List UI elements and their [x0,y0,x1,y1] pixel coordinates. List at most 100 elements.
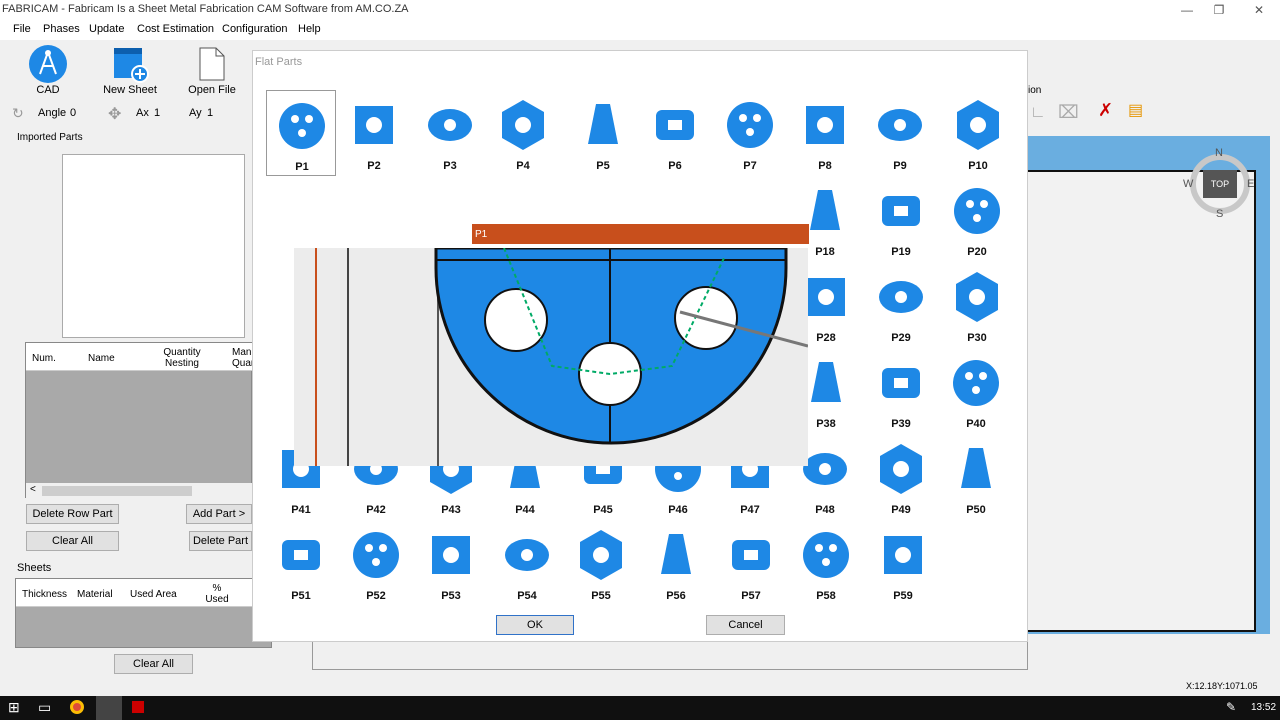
sheet-area[interactable] [1028,170,1256,632]
ok-button[interactable]: OK [496,615,574,635]
part-label: P56 [666,590,686,602]
part-label: P29 [891,332,911,344]
part-tile-p52[interactable]: P52 [341,520,411,606]
help-measure-icon[interactable]: ▤ [1128,100,1143,120]
menu-update[interactable]: Update [89,23,124,35]
compass-n: N [1215,147,1223,159]
ax-input[interactable]: 1 [154,107,160,119]
rotate-icon[interactable]: ↻ [12,105,24,122]
part-shape-icon [882,196,920,226]
part-tile-p19[interactable]: P19 [866,176,936,262]
part-label: P40 [966,418,986,430]
part-label: P42 [366,504,386,516]
part-tile-p1[interactable]: P1 [266,90,336,176]
col-percent-used: % Used [205,583,229,605]
imported-parts-title: Imported Parts [17,132,83,143]
menu-cost-estimation[interactable]: Cost Estimation [137,23,214,35]
part-tile-p7[interactable]: P7 [715,90,785,176]
table-header [26,343,253,371]
cad-icon[interactable] [28,44,68,84]
part-tile-p5[interactable]: P5 [568,90,638,176]
scrollbar-thumb[interactable] [42,486,192,496]
part-shape-icon [432,536,470,574]
part-tile-p49[interactable]: P49 [866,434,936,520]
part-label: P45 [593,504,613,516]
clear-all-sheets-button[interactable]: Clear All [114,654,193,674]
angle-label: Angle [38,107,67,119]
sheets-table[interactable]: Thickness Material Used Area % Used [15,578,273,648]
cancel-button[interactable]: Cancel [706,615,785,635]
delete-part-button[interactable]: Delete Part [189,531,252,551]
delete-box-icon[interactable]: ⌧ [1058,102,1079,123]
part-shape-icon [956,272,998,322]
part-tile-p39[interactable]: P39 [866,348,936,434]
part-label: P51 [291,590,311,602]
compass-s: S [1216,208,1224,220]
view-top-button[interactable]: TOP [1203,170,1237,198]
part-tile-p20[interactable]: P20 [942,176,1012,262]
part-shape-icon [806,106,844,144]
scroll-left-icon[interactable]: < [30,484,36,495]
menu-configuration[interactable]: Configuration [222,23,287,35]
part-label: P57 [741,590,761,602]
part-tile-p6[interactable]: P6 [640,90,710,176]
part-tile-p56[interactable]: P56 [641,520,711,606]
part-tile-p30[interactable]: P30 [942,262,1012,348]
part-tile-p29[interactable]: P29 [866,262,936,348]
part-shape-icon [732,540,770,570]
part-shape-icon [656,110,694,140]
part-shape-icon [727,102,773,148]
part-tile-p50[interactable]: P50 [941,434,1011,520]
part-tile-p40[interactable]: P40 [941,348,1011,434]
part-tile-p3[interactable]: P3 [415,90,485,176]
angle-input[interactable]: 0 [70,107,76,119]
part-tile-p51[interactable]: P51 [266,520,336,606]
taskbar: ⊞ ▭ ✎ 13:52 [0,696,1280,720]
col-thickness: Thickness [22,589,68,600]
part-tile-p2[interactable]: P2 [339,90,409,176]
task-view-icon[interactable]: ▭ [38,699,51,716]
ay-input[interactable]: 1 [207,107,213,119]
part-tile-p10[interactable]: P10 [943,90,1013,176]
part-tile-p4[interactable]: P4 [488,90,558,176]
part-shape-icon [878,109,922,141]
dimension-icon[interactable]: ∟ [1030,104,1046,122]
menu-file[interactable]: File [13,23,31,35]
part-tile-p54[interactable]: P54 [492,520,562,606]
part-tile-p53[interactable]: P53 [416,520,486,606]
app-taskbar-icon[interactable] [132,701,144,713]
part-tile-p58[interactable]: P58 [791,520,861,606]
col-num: Num. [32,353,56,364]
part-tile-p9[interactable]: P9 [865,90,935,176]
part-shape-icon [884,536,922,574]
new-sheet-icon[interactable] [110,44,150,84]
bottom-area [312,642,1028,670]
part-label: P19 [891,246,911,258]
add-part-button[interactable]: Add Part > [186,504,252,524]
part-tile-p57[interactable]: P57 [716,520,786,606]
fabricam-taskbar-icon[interactable] [96,696,122,720]
part-label: P3 [443,160,457,172]
part-tile-p59[interactable]: P59 [868,520,938,606]
menu-phases[interactable]: Phases [43,23,80,35]
pen-icon[interactable]: ✎ [1226,700,1236,714]
part-tile-p55[interactable]: P55 [566,520,636,606]
imported-parts-table[interactable]: Num. Name Quantity Nesting Man Quan < [25,342,256,499]
clear-all-button[interactable]: Clear All [26,531,119,551]
chrome-icon[interactable] [70,700,84,714]
part-label: P58 [816,590,836,602]
part-shape-icon [803,532,849,578]
part-label: P8 [818,160,832,172]
line-tool-icon[interactable]: ✗ [1098,100,1113,121]
close-icon[interactable]: ✕ [1236,0,1280,20]
part-tile-p8[interactable]: P8 [790,90,860,176]
open-file-icon[interactable] [192,44,232,84]
part-label: P20 [967,246,987,258]
move-icon[interactable]: ✥ [108,104,121,124]
part-label: P30 [967,332,987,344]
part-label: P59 [893,590,913,602]
windows-start-icon[interactable]: ⊞ [8,699,20,716]
menu-help[interactable]: Help [298,23,321,35]
part-preview-box [62,154,245,338]
delete-row-part-button[interactable]: Delete Row Part [26,504,119,524]
